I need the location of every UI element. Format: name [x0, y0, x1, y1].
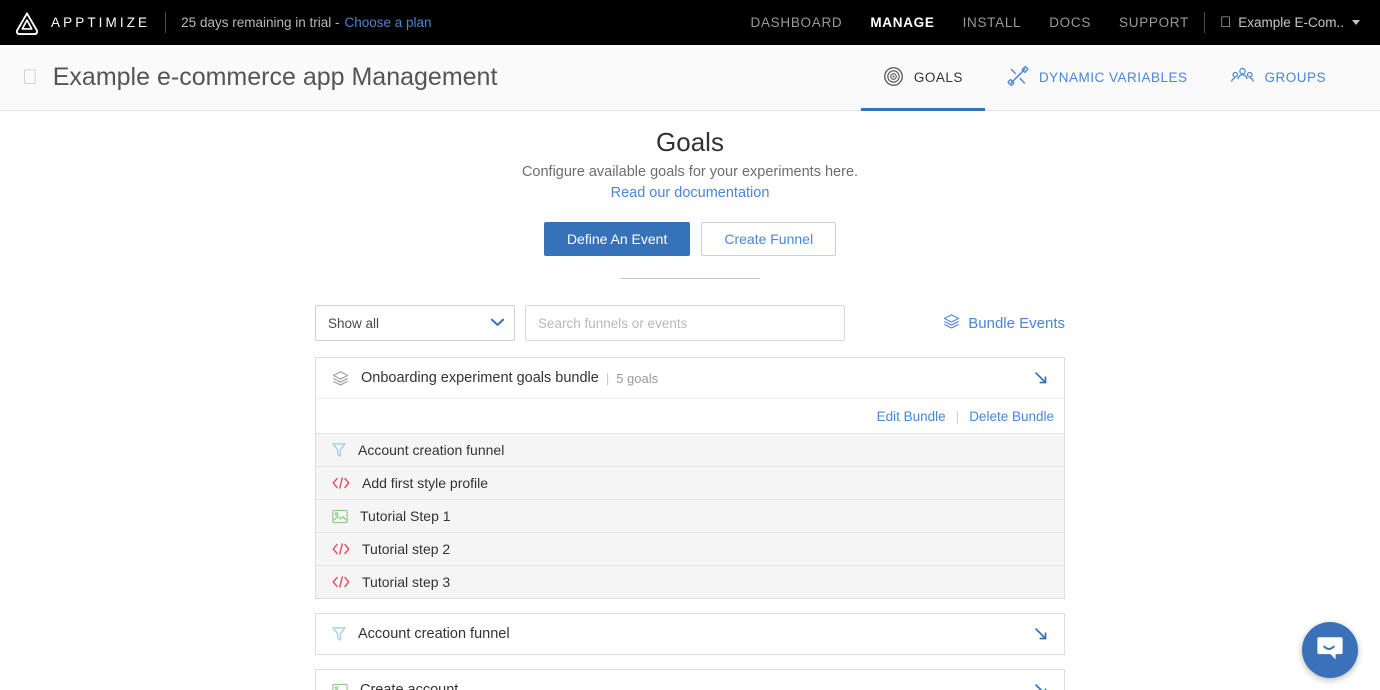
layers-icon — [332, 370, 349, 387]
show-filter-value: Show all — [328, 315, 380, 331]
goals-list: Onboarding experiment goals bundle | 5 g… — [315, 357, 1065, 690]
layers-icon — [943, 313, 960, 334]
code-icon — [332, 575, 350, 589]
tab-dynamic-variables[interactable]: DYNAMIC VARIABLES — [985, 45, 1210, 111]
intercom-chat-launcher[interactable] — [1302, 622, 1358, 678]
apple-icon:  — [1220, 15, 1231, 30]
account-divider — [1203, 12, 1205, 33]
goal-label: Add first style profile — [362, 475, 489, 491]
goal-row[interactable]: Account creation funnel — [316, 433, 1064, 466]
define-an-event-button[interactable]: Define An Event — [543, 222, 691, 256]
goal-card-title: Account creation funnel — [358, 626, 510, 642]
image-icon — [332, 509, 348, 524]
brand-logo-group[interactable]: APPTIMIZE — [14, 10, 150, 36]
top-nav-manage[interactable]: MANAGE — [870, 15, 934, 30]
goal-row[interactable]: Tutorial step 3 — [316, 565, 1064, 598]
bundle-title: Onboarding experiment goals bundle — [361, 370, 599, 386]
target-icon — [883, 66, 904, 90]
funnel-icon — [332, 626, 346, 642]
tab-dynamic-variables-label: DYNAMIC VARIABLES — [1038, 70, 1188, 85]
goal-card: Account creation funnel — [315, 613, 1065, 655]
read-documentation-link[interactable]: Read our documentation — [611, 185, 770, 201]
section-divider — [620, 278, 760, 279]
goal-label: Account creation funnel — [358, 442, 505, 458]
people-group-icon — [1231, 66, 1255, 90]
arrow-down-right-icon[interactable] — [1032, 625, 1050, 643]
brand-name: APPTIMIZE — [51, 15, 151, 30]
image-icon — [332, 683, 348, 690]
action-button-row: Define An Event Create Funnel — [0, 222, 1380, 256]
bundle-events-button[interactable]: Bundle Events — [943, 313, 1065, 334]
main-content: Goals Configure available goals for your… — [0, 111, 1380, 690]
tab-goals[interactable]: GOALS — [860, 45, 985, 111]
account-label: Example E-Com.. — [1238, 15, 1344, 30]
delete-bundle-link[interactable]: Delete Bundle — [969, 409, 1054, 424]
show-filter-select[interactable]: Show all — [315, 305, 515, 341]
goal-card-header[interactable]: Create account — [316, 670, 1064, 690]
code-icon — [332, 476, 350, 490]
goal-label: Tutorial step 2 — [362, 541, 451, 557]
bundle-goal-count: 5 goals — [616, 370, 659, 386]
goal-row[interactable]: Tutorial Step 1 — [316, 499, 1064, 532]
bundle-pipe: | — [605, 370, 610, 386]
goal-row[interactable]: Add first style profile — [316, 466, 1064, 499]
account-switcher[interactable]:  Example E-Com.. — [1220, 15, 1360, 30]
documentation-link-row: Read our documentation — [0, 184, 1380, 202]
bundle-header[interactable]: Onboarding experiment goals bundle | 5 g… — [316, 358, 1064, 398]
goal-row[interactable]: Tutorial step 2 — [316, 532, 1064, 565]
show-filter-select-wrap: Show all — [315, 305, 515, 341]
goal-label: Tutorial step 3 — [362, 574, 451, 590]
arrow-down-right-icon[interactable] — [1032, 681, 1050, 690]
top-navigation-bar: APPTIMIZE 25 days remaining in trial - C… — [0, 0, 1380, 45]
caret-down-icon — [1352, 20, 1360, 25]
bundle-card: Onboarding experiment goals bundle | 5 g… — [315, 357, 1065, 599]
app-context-bar:  Example e-commerce app Management GOAL… — [0, 45, 1380, 111]
top-nav-docs[interactable]: DOCS — [1049, 15, 1091, 30]
top-nav-items: DASHBOARD MANAGE INSTALL DOCS SUPPORT — [751, 15, 1189, 30]
bundle-action-separator: | — [955, 408, 960, 424]
header-divider — [165, 12, 167, 33]
section-tabs: GOALS DYNAMIC VARIABLES GROUPS — [860, 45, 1348, 111]
goal-card-title: Create account — [360, 682, 459, 690]
tab-groups[interactable]: GROUPS — [1209, 45, 1348, 111]
goal-card-header[interactable]: Account creation funnel — [316, 614, 1064, 654]
tab-goals-label: GOALS — [913, 70, 963, 85]
apple-icon:  — [22, 67, 38, 88]
edit-bundle-link[interactable]: Edit Bundle — [877, 409, 946, 424]
chat-bubble-smile-icon — [1315, 634, 1345, 667]
filter-row: Show all Bundle Events — [315, 305, 1065, 341]
page-subtitle: Configure available goals for your exper… — [521, 164, 859, 180]
top-nav-support[interactable]: SUPPORT — [1119, 15, 1189, 30]
choose-a-plan-link[interactable]: Choose a plan — [345, 15, 432, 30]
apptimize-triangle-logo-icon — [14, 10, 40, 36]
bundle-events-label: Bundle Events — [968, 314, 1065, 332]
top-nav-dashboard[interactable]: DASHBOARD — [751, 15, 843, 30]
page-title-app: Example e-commerce app Management — [37, 63, 498, 91]
arrow-down-right-icon[interactable] — [1032, 369, 1050, 387]
top-nav-install[interactable]: INSTALL — [963, 15, 1022, 30]
page-title: Goals — [656, 127, 724, 157]
app-title-group:  Example e-commerce app Management — [22, 63, 497, 92]
trial-status-text: 25 days remaining in trial - — [181, 15, 340, 30]
code-icon — [332, 542, 350, 556]
bundle-actions: Edit Bundle | Delete Bundle — [316, 398, 1064, 433]
tab-groups-label: GROUPS — [1264, 70, 1326, 85]
search-input[interactable] — [525, 305, 845, 341]
goal-label: Tutorial Step 1 — [360, 508, 451, 524]
funnel-icon — [332, 442, 346, 458]
goal-card: Create account — [315, 669, 1065, 690]
wrench-screwdriver-icon — [1007, 65, 1029, 90]
create-funnel-button[interactable]: Create Funnel — [701, 222, 837, 256]
